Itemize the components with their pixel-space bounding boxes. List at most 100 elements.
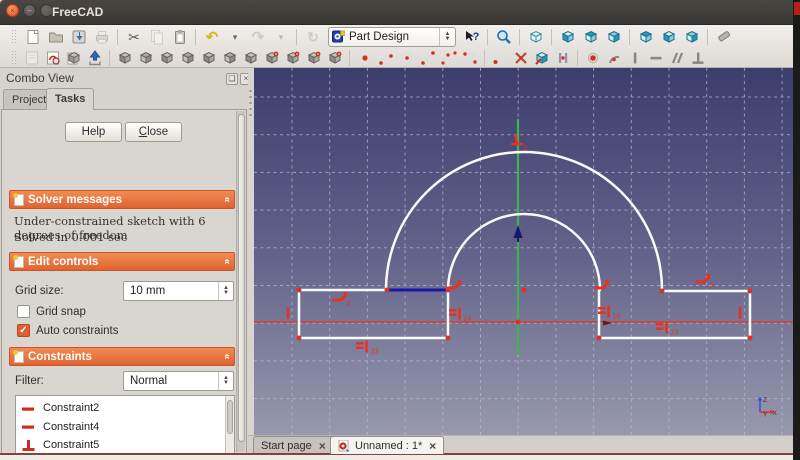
create-line-icon[interactable] — [417, 48, 438, 68]
fit-all-icon[interactable] — [492, 27, 515, 47]
save-file-icon[interactable] — [67, 27, 90, 47]
constraint-list-scrollbar[interactable] — [225, 396, 234, 460]
combo-view-panel: Combo View ❏ × Project Tasks Help Close … — [0, 68, 252, 460]
cut-icon[interactable]: ✂ — [122, 27, 145, 47]
toolbar-separator — [703, 28, 712, 45]
horizontal-constraint-icon — [22, 425, 34, 429]
dropdown-arrows-icon[interactable]: ▲ ▼ — [218, 372, 233, 390]
refresh-icon[interactable]: ↻ — [301, 27, 324, 47]
create-point-icon[interactable] — [354, 48, 375, 68]
sketch-3d-view[interactable]: 5 3 3 14 14 23 23 Z Y X — [254, 68, 793, 435]
draft-icon[interactable] — [240, 48, 261, 68]
collapse-icon[interactable]: « — [222, 197, 233, 203]
redo-menu-icon[interactable]: ▾ — [269, 27, 292, 47]
pocket-icon[interactable] — [135, 48, 156, 68]
tab-tasks[interactable]: Tasks — [46, 88, 95, 110]
edit-controls-header[interactable]: Edit controls « — [9, 252, 235, 271]
window-close-button[interactable]: × — [6, 4, 19, 17]
help-button[interactable]: Help — [65, 122, 122, 142]
panel-scrollbar[interactable] — [236, 111, 245, 452]
perpendicular-constraint-icon — [22, 439, 35, 451]
toolbar-grip[interactable] — [12, 29, 17, 44]
toolbar-separator — [345, 49, 354, 66]
filter-dropdown[interactable]: Normal ▲ ▼ — [123, 371, 234, 391]
collapse-icon[interactable]: « — [222, 354, 233, 360]
groove-icon[interactable] — [177, 48, 198, 68]
grid-snap-checkbox-row[interactable]: Grid snap — [17, 305, 86, 318]
rear-view-icon[interactable] — [634, 27, 657, 47]
bottom-view-icon[interactable] — [657, 27, 680, 47]
create-polyline-icon[interactable] — [438, 48, 459, 68]
collapse-icon[interactable]: « — [222, 259, 233, 265]
grid-size-spinbox[interactable]: 10 mm ▲ ▼ — [123, 281, 234, 301]
create-circle-icon[interactable] — [396, 48, 417, 68]
front-view-icon[interactable] — [556, 27, 579, 47]
close-task-button[interactable]: Close — [125, 122, 182, 142]
tab-start-page[interactable]: Start page × — [253, 436, 334, 454]
trim-edge-icon[interactable] — [510, 48, 531, 68]
chamfer-icon[interactable] — [219, 48, 240, 68]
titlebar[interactable]: × – FreeCAD — [0, 0, 800, 25]
revolution-icon[interactable] — [156, 48, 177, 68]
constraint-marker-vbar[interactable] — [738, 307, 742, 319]
sketch-canvas[interactable]: 5 3 3 14 14 23 23 Z Y X — [254, 68, 793, 435]
map-sketch-icon[interactable] — [63, 48, 84, 68]
whats-this-icon[interactable]: ? — [460, 27, 483, 47]
toolbar-grip[interactable] — [12, 50, 17, 65]
panel-float-icon[interactable]: ❏ — [226, 73, 238, 85]
left-view-icon[interactable] — [680, 27, 703, 47]
toolbar-sketcher — [0, 47, 793, 68]
undo-menu-icon[interactable]: ▾ — [223, 27, 246, 47]
toggle-construction-icon[interactable] — [552, 48, 573, 68]
external-geometry-icon[interactable] — [531, 48, 552, 68]
leave-sketch-icon[interactable] — [84, 48, 105, 68]
tab-unnamed-document[interactable]: Unnamed : 1* × — [330, 436, 445, 454]
new-file-icon[interactable] — [21, 27, 44, 47]
constrain-coincident-icon[interactable] — [582, 48, 603, 68]
svg-text:↷: ↷ — [251, 29, 264, 46]
fillet-icon[interactable] — [198, 48, 219, 68]
pad-icon[interactable] — [114, 48, 135, 68]
polar-pattern-icon[interactable] — [324, 48, 345, 68]
undo-icon[interactable]: ↶ — [200, 27, 223, 47]
measure-distance-icon[interactable] — [712, 27, 735, 47]
window-minimize-button[interactable]: – — [23, 4, 36, 17]
constraints-header[interactable]: Constraints « — [9, 347, 235, 366]
create-fillet-icon[interactable] — [489, 48, 510, 68]
create-rectangle-icon[interactable] — [459, 48, 480, 68]
auto-constraints-checkbox-row[interactable]: ✓ Auto constraints — [17, 324, 118, 337]
open-file-icon[interactable] — [44, 27, 67, 47]
edit-sketch-icon[interactable] — [42, 48, 63, 68]
paste-icon[interactable] — [168, 27, 191, 47]
solver-messages-header[interactable]: Solver messages « — [9, 190, 235, 209]
constrain-parallel-icon[interactable] — [666, 48, 687, 68]
right-view-icon[interactable] — [602, 27, 625, 47]
constraint-list[interactable]: Constraint2 Constraint4 Constraint5 Cons… — [15, 395, 235, 460]
redo-icon[interactable]: ↷ — [246, 27, 269, 47]
axonometric-view-icon[interactable] — [524, 27, 547, 47]
constraint-list-item[interactable]: Constraint5 — [20, 436, 99, 454]
constrain-vertical-icon[interactable] — [624, 48, 645, 68]
constraint-list-item[interactable]: Constraint4 — [20, 418, 99, 436]
tab-close-icon[interactable]: × — [319, 440, 326, 452]
constrain-horizontal-icon[interactable] — [645, 48, 666, 68]
grid-snap-checkbox[interactable] — [17, 305, 30, 318]
top-view-icon[interactable] — [579, 27, 602, 47]
new-sketch-icon[interactable] — [21, 48, 42, 68]
panel-title: Combo View — [6, 71, 74, 85]
constraint-marker-vbar[interactable] — [286, 307, 290, 319]
constrain-perpendicular-icon[interactable] — [687, 48, 708, 68]
workbench-selector[interactable]: Part Design ▲ ▼ — [328, 26, 456, 47]
auto-constraints-checkbox[interactable]: ✓ — [17, 324, 30, 337]
create-arc-icon[interactable] — [375, 48, 396, 68]
copy-icon[interactable] — [145, 27, 168, 47]
print-icon[interactable] — [90, 27, 113, 47]
tab-close-icon[interactable]: × — [429, 440, 436, 452]
constrain-point-on-object-icon[interactable] — [603, 48, 624, 68]
linear-pattern-icon[interactable] — [303, 48, 324, 68]
spinner-arrows-icon[interactable]: ▲ ▼ — [218, 282, 233, 300]
constraint-list-item[interactable]: Constraint2 — [20, 399, 99, 417]
thickness-icon[interactable] — [261, 48, 282, 68]
mirrored-icon[interactable] — [282, 48, 303, 68]
note-icon — [13, 349, 24, 363]
